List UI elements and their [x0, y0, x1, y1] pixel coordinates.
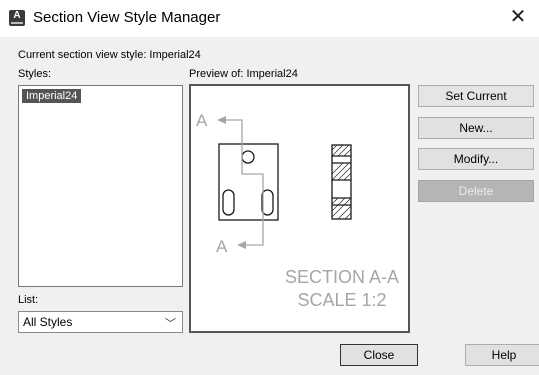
hole-top	[241, 150, 255, 164]
new-button[interactable]: New...	[418, 117, 534, 139]
style-item-imperial24[interactable]: Imperial24	[22, 89, 82, 103]
section-title-text: SECTION A-A	[285, 267, 399, 287]
main-view-outline	[218, 143, 279, 221]
section-letter-bottom: A	[216, 237, 228, 256]
close-window-button[interactable]: ✕	[505, 4, 531, 30]
chevron-down-icon: ﹀	[165, 318, 176, 330]
autocad-icon: A	[9, 10, 25, 26]
styles-label: Styles:	[18, 68, 52, 80]
section-view-preview-drawing: A A SECTION A-A SCALE 1:2	[196, 111, 399, 310]
title-bar[interactable]: A Section View Style Manager ✕	[0, 0, 539, 37]
slot-left	[222, 189, 235, 216]
styles-list[interactable]: Imperial24	[18, 85, 183, 287]
delete-button[interactable]: Delete	[418, 180, 534, 202]
cutting-plane-line	[223, 119, 264, 246]
style-preview-panel: A A SECTION A-A SCALE 1:2	[189, 84, 410, 333]
list-filter-value: All Styles	[23, 315, 73, 329]
window-title: Section View Style Manager	[33, 9, 221, 26]
help-button[interactable]: Help	[465, 344, 539, 366]
close-button[interactable]: Close	[340, 344, 418, 366]
list-filter-select[interactable]: All Styles ﹀	[18, 311, 183, 333]
scale-text: SCALE 1:2	[297, 290, 386, 310]
list-label: List:	[18, 294, 39, 306]
section-view-style-manager-dialog: A Section View Style Manager ✕ Current s…	[0, 0, 539, 375]
section-letter-top: A	[196, 111, 208, 130]
preview-label: Preview of: Imperial24	[189, 68, 298, 80]
current-style-label: Current section view style: Imperial24	[18, 49, 201, 61]
modify-button[interactable]: Modify...	[418, 148, 534, 170]
set-current-button[interactable]: Set Current	[418, 85, 534, 107]
